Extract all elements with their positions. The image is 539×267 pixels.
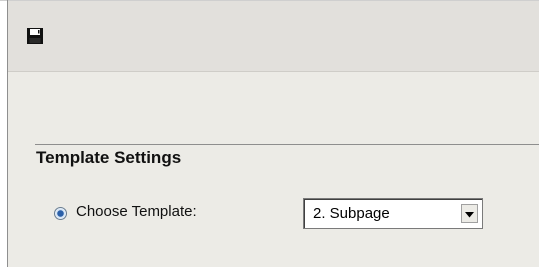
template-select[interactable]: 2. Subpage <box>303 198 483 229</box>
section-divider <box>35 144 539 145</box>
section-title: Template Settings <box>36 148 182 167</box>
save-button[interactable] <box>24 27 46 49</box>
choose-template-radio[interactable] <box>54 207 67 220</box>
floppy-disk-icon <box>26 27 44 50</box>
template-select-value: 2. Subpage <box>313 205 390 222</box>
window-margin <box>0 0 7 267</box>
settings-window: Template Settings Choose Template: 2. Su… <box>0 0 539 267</box>
toolbar <box>8 1 539 72</box>
settings-panel <box>8 72 539 267</box>
template-select-dropdown-button[interactable] <box>461 204 478 223</box>
choose-template-label: Choose Template: <box>76 203 197 220</box>
chevron-down-icon <box>465 205 474 223</box>
